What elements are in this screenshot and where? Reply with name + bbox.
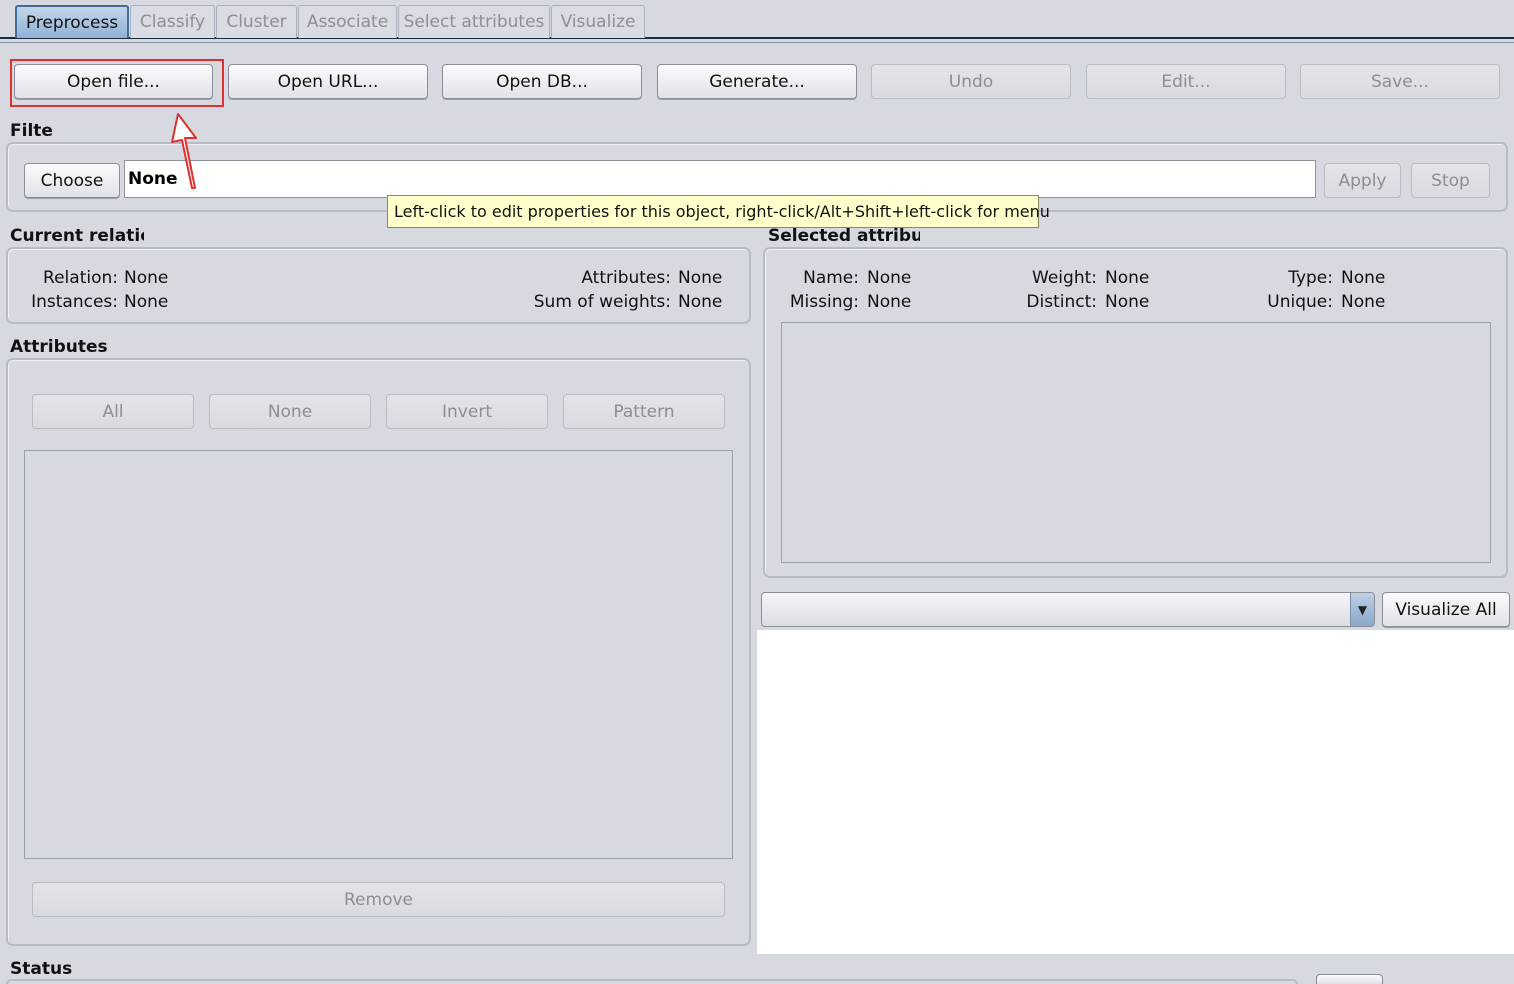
distinct-value: None — [1105, 292, 1150, 312]
unique-label: Unique: — [1267, 292, 1333, 312]
choose-button[interactable]: Choose — [24, 163, 120, 198]
unique-value: None — [1341, 292, 1386, 312]
weight-value: None — [1105, 268, 1150, 288]
log-button[interactable] — [1316, 974, 1383, 984]
select-none-button[interactable]: None — [209, 394, 371, 429]
attributes-value: None — [678, 268, 723, 288]
sum-of-weights-label: Sum of weights: — [533, 292, 671, 312]
open-file-button[interactable]: Open file... — [14, 64, 213, 99]
visualize-all-button[interactable]: Visualize All — [1382, 592, 1510, 627]
open-url-button[interactable]: Open URL... — [228, 64, 428, 99]
tooltip: Left-click to edit properties for this o… — [387, 195, 1050, 228]
select-all-button[interactable]: All — [32, 394, 194, 429]
invert-button[interactable]: Invert — [386, 394, 548, 429]
attributes-title: Attributes — [10, 337, 108, 357]
open-db-button[interactable]: Open DB... — [442, 64, 642, 99]
tab-visualize[interactable]: Visualize — [551, 5, 645, 38]
sum-of-weights-value: None — [678, 292, 723, 312]
missing-label: Missing: — [789, 292, 859, 312]
class-attribute-select[interactable]: ▼ — [761, 592, 1375, 627]
relation-label: Relation: — [43, 268, 118, 288]
tab-associate[interactable]: Associate — [298, 5, 397, 38]
histogram-area — [757, 630, 1514, 954]
generate-button[interactable]: Generate... — [657, 64, 857, 99]
filter-title: Filter — [10, 121, 53, 141]
tab-cluster[interactable]: Cluster — [216, 5, 297, 38]
tab-select-attributes[interactable]: Select attributes — [398, 5, 550, 38]
instances-label: Instances: — [31, 292, 118, 312]
instances-value: None — [124, 292, 169, 312]
status-title: Status — [10, 959, 73, 979]
edit-button[interactable]: Edit... — [1086, 64, 1286, 99]
tab-classify[interactable]: Classify — [130, 5, 215, 38]
missing-value: None — [867, 292, 912, 312]
name-label: Name: — [803, 268, 859, 288]
attribute-stats-table — [781, 322, 1491, 563]
pattern-button[interactable]: Pattern — [563, 394, 725, 429]
current-relation-title: Current relation — [10, 226, 144, 246]
tab-bar-border-lower — [0, 42, 1514, 43]
filter-value-field[interactable]: None — [124, 160, 1316, 198]
apply-button[interactable]: Apply — [1324, 163, 1401, 198]
type-label: Type: — [1288, 268, 1333, 288]
attributes-list[interactable] — [24, 450, 733, 859]
weight-label: Weight: — [1032, 268, 1097, 288]
selected-attribute-title: Selected attribute — [768, 226, 920, 246]
type-value: None — [1341, 268, 1386, 288]
undo-button[interactable]: Undo — [871, 64, 1071, 99]
distinct-label: Distinct: — [1026, 292, 1097, 312]
name-value: None — [867, 268, 912, 288]
attributes-label: Attributes: — [581, 268, 671, 288]
relation-value: None — [124, 268, 169, 288]
chevron-down-icon[interactable]: ▼ — [1350, 593, 1374, 626]
tab-preprocess[interactable]: Preprocess — [15, 5, 129, 38]
annotation-arrow-icon — [171, 113, 197, 189]
save-button[interactable]: Save... — [1300, 64, 1500, 99]
remove-button[interactable]: Remove — [32, 882, 725, 917]
status-panel — [6, 979, 1298, 984]
stop-button[interactable]: Stop — [1411, 163, 1490, 198]
